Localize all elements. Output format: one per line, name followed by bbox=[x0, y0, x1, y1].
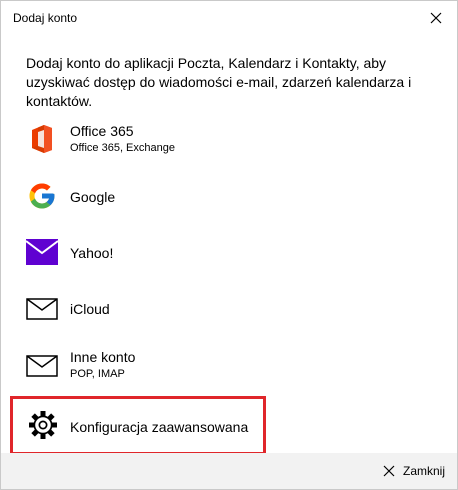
envelope-icon bbox=[25, 349, 59, 383]
add-account-dialog: Dodaj konto Dodaj konto do aplikacji Poc… bbox=[0, 0, 458, 490]
account-google[interactable]: Google bbox=[1, 171, 457, 219]
title-bar: Dodaj konto bbox=[1, 1, 457, 35]
account-yahoo[interactable]: Yahoo! bbox=[1, 227, 457, 275]
account-name: Google bbox=[70, 189, 116, 205]
account-name: Yahoo! bbox=[70, 245, 114, 261]
dialog-title: Dodaj konto bbox=[13, 11, 78, 25]
close-footer-label: Zamknij bbox=[402, 464, 445, 478]
dialog-footer: Zamknij bbox=[1, 453, 457, 489]
advanced-setup-label: Konfiguracja zaawansowana bbox=[70, 419, 249, 435]
gear-icon bbox=[28, 410, 58, 440]
envelope-icon bbox=[25, 292, 59, 326]
account-sub: POP, IMAP bbox=[70, 368, 125, 380]
account-icloud[interactable]: iCloud bbox=[1, 284, 457, 332]
account-other[interactable]: Inne konto POP, IMAP bbox=[1, 341, 457, 389]
close-footer-button[interactable]: Zamknij bbox=[383, 462, 445, 480]
account-sub: Office 365, Exchange bbox=[70, 142, 175, 154]
google-icon bbox=[25, 179, 59, 213]
account-name: iCloud bbox=[70, 301, 110, 317]
office365-icon bbox=[25, 122, 59, 156]
account-name: Inne konto bbox=[70, 349, 136, 365]
yahoo-mail-icon bbox=[25, 235, 59, 269]
account-office365[interactable]: Office 365 Office 365, Exchange bbox=[1, 114, 457, 162]
close-icon bbox=[430, 12, 442, 24]
advanced-setup-button[interactable]: Konfiguracja zaawansowana bbox=[10, 396, 266, 455]
intro-text: Dodaj konto do aplikacji Poczta, Kalenda… bbox=[26, 55, 412, 109]
close-button[interactable] bbox=[427, 9, 445, 27]
close-icon bbox=[383, 465, 395, 477]
account-name: Office 365 bbox=[70, 123, 134, 139]
